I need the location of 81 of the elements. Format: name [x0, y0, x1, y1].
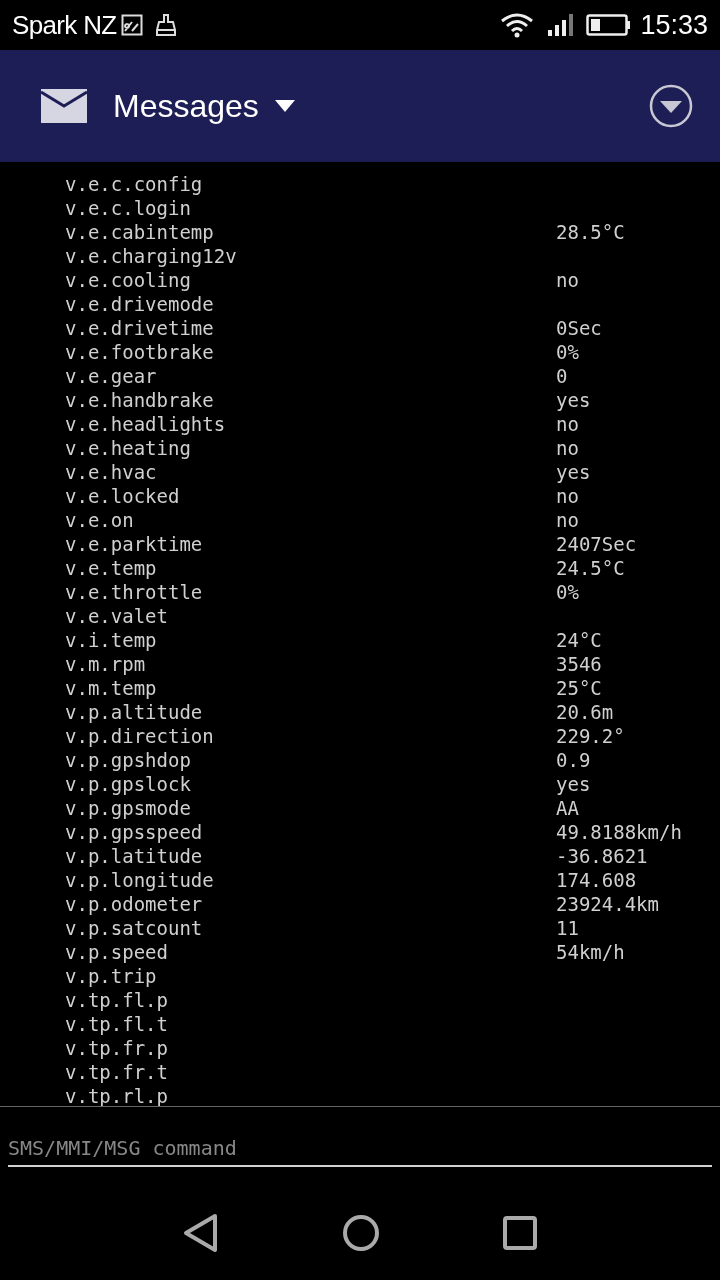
metric-value: 24°C — [556, 627, 602, 653]
metric-name: v.e.drivetime — [65, 315, 215, 341]
metric-value: 23924.4km — [556, 891, 659, 917]
metric-name: v.p.gpsmode — [65, 795, 192, 821]
metric-value: 25°C — [556, 675, 602, 701]
battery-icon — [586, 12, 633, 38]
home-icon[interactable] — [342, 1213, 380, 1252]
metric-name: v.e.cooling — [65, 267, 192, 293]
metric-value: 229.2° — [556, 723, 625, 749]
metric-value: no — [556, 267, 579, 293]
image-icon — [120, 14, 143, 36]
metric-name: v.e.handbrake — [65, 387, 215, 413]
clock-time: 15:33 — [640, 8, 708, 42]
metric-value: yes — [556, 459, 591, 485]
metric-name: v.e.throttle — [65, 579, 204, 605]
metric-value: 2407Sec — [556, 531, 637, 557]
metric-name: v.e.headlights — [65, 411, 227, 437]
wifi-icon — [500, 12, 535, 38]
back-icon[interactable] — [182, 1212, 220, 1253]
metric-value: 0 — [556, 363, 568, 389]
metric-name: v.p.latitude — [65, 843, 204, 869]
metric-value: 174.608 — [556, 867, 637, 893]
metric-value: 28.5°C — [556, 219, 625, 245]
recents-icon[interactable] — [502, 1214, 538, 1251]
metric-name: v.i.temp — [65, 627, 158, 653]
metric-value: 0.9 — [556, 747, 591, 773]
metric-value: -36.8621 — [556, 843, 648, 869]
metric-name: v.e.drivemode — [65, 291, 215, 317]
dropdown-circle-icon[interactable] — [649, 84, 693, 128]
metric-value: 0% — [556, 339, 579, 365]
metric-name: v.e.locked — [65, 483, 181, 509]
metric-name: v.m.rpm — [65, 651, 147, 677]
metric-value: 20.6m — [556, 699, 614, 725]
metric-value: yes — [556, 387, 591, 413]
metric-name: v.m.temp — [65, 675, 158, 701]
metric-value: 54km/h — [556, 939, 625, 965]
metric-name: v.tp.fl.t — [65, 1011, 169, 1037]
metric-value: no — [556, 507, 579, 533]
metric-value: 11 — [556, 915, 579, 941]
metric-name: v.p.odometer — [65, 891, 204, 917]
metric-value: 0% — [556, 579, 579, 605]
metric-name: v.p.altitude — [65, 699, 204, 725]
metric-value: yes — [556, 771, 591, 797]
metric-name: v.tp.fr.t — [65, 1059, 169, 1085]
metric-name: v.e.temp — [65, 555, 158, 581]
metric-name: v.p.gpslock — [65, 771, 192, 797]
metric-name: v.e.heating — [65, 435, 192, 461]
metric-value: 3546 — [556, 651, 602, 677]
metric-value: AA — [556, 795, 579, 821]
metric-value: 49.8188km/h — [556, 819, 682, 845]
metric-name: v.tp.fl.p — [65, 987, 169, 1013]
metric-name: v.p.satcount — [65, 915, 204, 941]
metric-name: v.e.valet — [65, 603, 169, 629]
command-input[interactable]: SMS/MMI/MSG command — [8, 1131, 712, 1167]
metric-name: v.p.gpshdop — [65, 747, 192, 773]
metric-value: 0Sec — [556, 315, 602, 341]
metric-name: v.e.c.login — [65, 195, 192, 221]
metric-name: v.p.direction — [65, 723, 215, 749]
carrier-name: Spark NZ — [12, 8, 117, 42]
metric-name: v.e.charging12v — [65, 243, 238, 269]
metric-value: no — [556, 483, 579, 509]
metric-name: v.p.trip — [65, 963, 158, 989]
metric-name: v.e.gear — [65, 363, 158, 389]
metric-name: v.e.footbrake — [65, 339, 215, 365]
metric-name: v.p.gpsspeed — [65, 819, 204, 845]
metric-value: no — [556, 411, 579, 437]
metric-name: v.p.longitude — [65, 867, 215, 893]
metric-name: v.e.cabintemp — [65, 219, 215, 245]
metric-name: v.e.c.config — [65, 171, 204, 197]
metric-name: v.tp.fr.p — [65, 1035, 169, 1061]
metric-name: v.p.speed — [65, 939, 169, 965]
metric-name: v.tp.rl.p — [65, 1083, 169, 1106]
metric-name: v.e.parktime — [65, 531, 204, 557]
metric-value: 24.5°C — [556, 555, 625, 581]
metric-name: v.e.hvac — [65, 459, 158, 485]
brush-icon — [154, 13, 177, 37]
caret-icon — [274, 100, 295, 112]
metric-name: v.e.on — [65, 507, 135, 533]
envelope-icon — [41, 89, 87, 123]
metric-value: no — [556, 435, 579, 461]
messages-dropdown[interactable]: Messages — [113, 82, 295, 130]
